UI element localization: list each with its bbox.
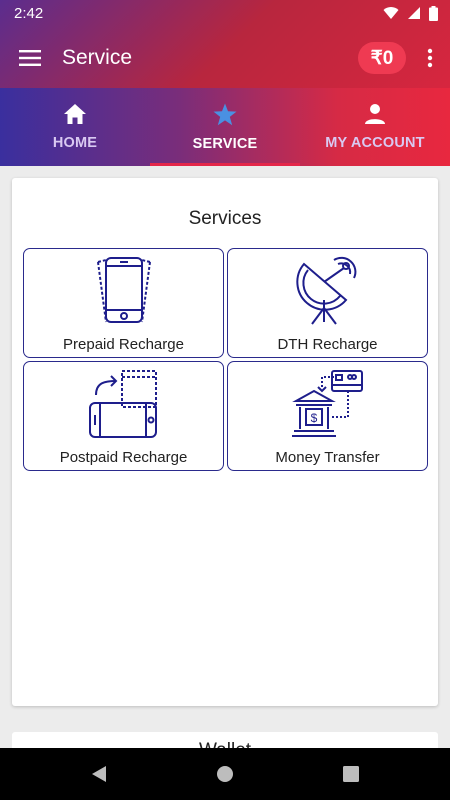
system-navigation-bar <box>0 748 450 800</box>
hamburger-icon <box>19 50 41 66</box>
tab-home[interactable]: HOME <box>0 88 150 166</box>
tab-my-account[interactable]: MY ACCOUNT <box>300 88 450 166</box>
tab-home-label: HOME <box>52 135 98 151</box>
page-title: Service <box>62 46 133 69</box>
service-label: Money Transfer <box>275 449 380 466</box>
svg-text:$: $ <box>310 411 317 425</box>
overflow-menu-button[interactable] <box>410 28 450 88</box>
recents-button[interactable] <box>336 759 366 789</box>
app-bar: Service ₹0 <box>0 28 450 88</box>
back-button[interactable] <box>84 759 114 789</box>
more-vertical-icon <box>427 48 433 68</box>
recents-square-icon <box>343 766 359 782</box>
tab-service-label: SERVICE <box>192 135 258 152</box>
service-tile-postpaid-recharge[interactable]: Postpaid Recharge <box>23 361 224 471</box>
home-icon <box>64 104 86 124</box>
phone-rotate-icon <box>88 370 157 438</box>
status-bar: 2:42 <box>0 0 450 26</box>
services-title: Services <box>188 208 262 229</box>
tab-bar: HOME SERVICE MY ACCOUNT <box>0 88 450 166</box>
back-triangle-icon <box>92 766 106 782</box>
service-tile-prepaid-recharge[interactable]: Prepaid Recharge <box>23 248 224 358</box>
satellite-dish-icon <box>295 256 356 325</box>
service-tile-dth-recharge[interactable]: DTH Recharge <box>227 248 428 358</box>
service-label: Postpaid Recharge <box>59 449 188 466</box>
star-icon <box>213 103 237 125</box>
bank-transfer-icon: $ <box>291 370 363 437</box>
battery-icon <box>429 5 438 21</box>
wallet-balance-badge[interactable]: ₹0 <box>358 42 406 74</box>
tab-service[interactable]: SERVICE <box>150 88 300 166</box>
services-grid: Prepaid Recharge DTH Recharge Postpaid R… <box>23 248 428 471</box>
menu-button[interactable] <box>0 28 60 88</box>
tab-my-account-label: MY ACCOUNT <box>325 135 425 151</box>
home-circle-icon <box>217 766 233 782</box>
status-time: 2:42 <box>14 4 44 22</box>
signal-icon <box>408 7 420 19</box>
service-label: Prepaid Recharge <box>63 336 184 353</box>
service-tile-money-transfer[interactable]: $ Money Transfer <box>227 361 428 471</box>
service-label: DTH Recharge <box>277 336 378 353</box>
home-nav-button[interactable] <box>210 759 240 789</box>
services-card: Services Prepaid Recharge DTH Recharge P… <box>12 178 438 706</box>
mobile-phone-icon <box>96 257 151 323</box>
wifi-icon <box>383 7 399 20</box>
person-icon <box>365 104 385 124</box>
